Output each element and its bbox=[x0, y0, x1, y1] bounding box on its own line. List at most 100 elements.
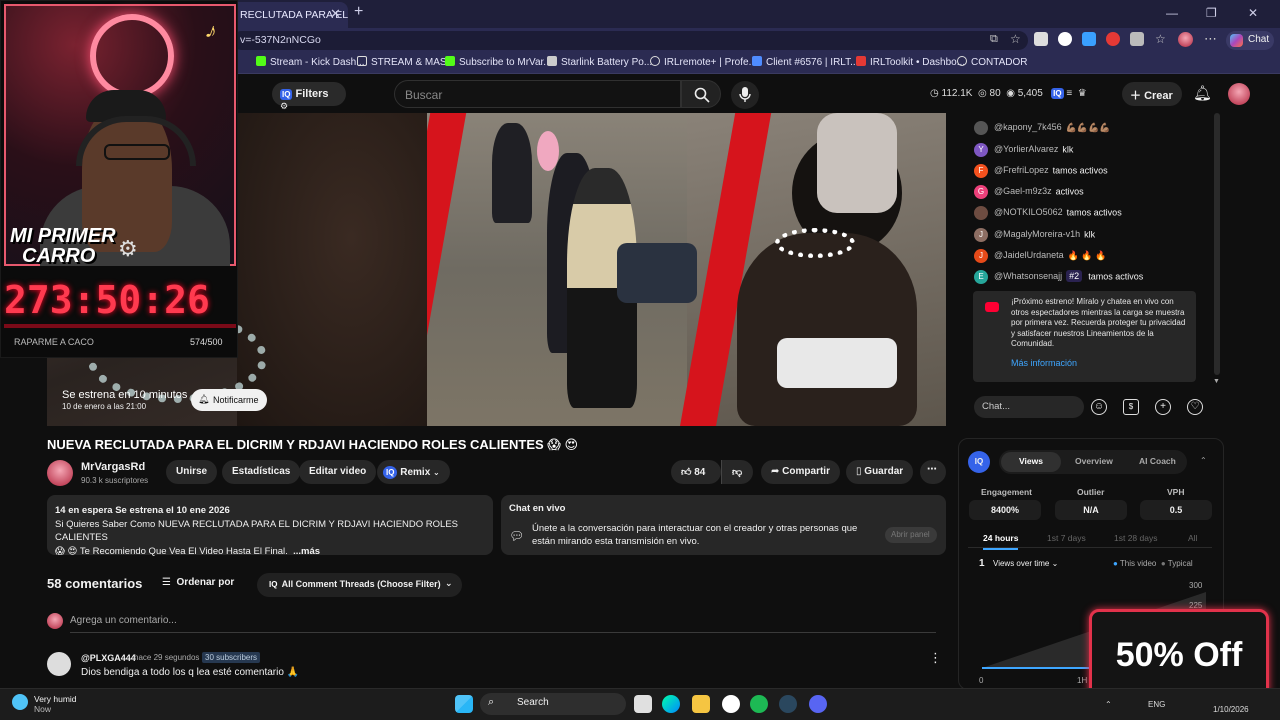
extension-icon[interactable] bbox=[1034, 32, 1048, 46]
chat-scrollbar[interactable] bbox=[1214, 113, 1220, 375]
chat-message[interactable]: F @FrefriLopez tamos activos bbox=[974, 164, 1108, 178]
extension-icon[interactable] bbox=[1082, 32, 1096, 46]
voice-search-button[interactable] bbox=[731, 81, 759, 109]
bookmark-item[interactable]: STREAM & MAS bbox=[357, 56, 447, 68]
copilot-chat-button[interactable]: Chat bbox=[1226, 31, 1274, 50]
range-7-days[interactable]: 1st 7 days bbox=[1047, 533, 1086, 543]
dislike-button[interactable]: 👎︎ bbox=[721, 460, 753, 484]
like-button[interactable]: 👍︎ 84 bbox=[671, 460, 721, 484]
emoji-icon[interactable]: ☺ bbox=[1091, 399, 1107, 415]
add-icon[interactable]: + bbox=[1155, 399, 1171, 415]
tray-chevron-icon[interactable]: ⌃ bbox=[1105, 700, 1112, 709]
chat-author[interactable]: @Gael-m9z3z bbox=[994, 186, 1052, 196]
super-chat-icon[interactable]: $ bbox=[1123, 399, 1139, 415]
description-box[interactable]: 14 en espera Se estrena el 10 ene 2026 S… bbox=[47, 495, 493, 557]
bookmark-item[interactable]: Subscribe to MrVar... bbox=[445, 56, 552, 68]
language-indicator[interactable]: ENG bbox=[1148, 700, 1165, 709]
chat-message[interactable]: J @MagalyMoreira-v1h klk bbox=[974, 228, 1095, 242]
filters-button[interactable]: IQ Filters ⚙ bbox=[272, 82, 346, 111]
task-view-icon[interactable] bbox=[634, 695, 652, 713]
chat-author[interactable]: @JaidelUrdaneta bbox=[994, 250, 1064, 260]
comment-filter-dropdown[interactable]: IQ All Comment Threads (Choose Filter) ⌄ bbox=[257, 573, 462, 597]
join-button[interactable]: Unirse bbox=[166, 460, 218, 484]
chat-message[interactable]: G @Gael-m9z3z activos bbox=[974, 185, 1084, 199]
obs-icon[interactable] bbox=[722, 695, 740, 713]
chat-message[interactable]: @NOTKILO5062 tamos activos bbox=[974, 206, 1122, 220]
account-avatar[interactable] bbox=[1228, 83, 1250, 105]
extensions-puzzle-icon[interactable] bbox=[1130, 32, 1144, 46]
chat-author[interactable]: @YorlierAlvarez bbox=[994, 144, 1058, 154]
profile-avatar[interactable] bbox=[1178, 32, 1193, 47]
chat-input[interactable]: Chat... bbox=[974, 396, 1084, 418]
add-comment-input[interactable]: Agrega un comentario... bbox=[70, 615, 936, 633]
steam-icon[interactable] bbox=[779, 695, 797, 713]
extension-icon[interactable] bbox=[1058, 32, 1072, 46]
chat-author[interactable]: @Whatsonsenajj bbox=[994, 271, 1062, 281]
bell-icon[interactable]: 🔔︎ bbox=[1193, 84, 1212, 102]
collapse-icon[interactable]: ⌃ bbox=[1200, 456, 1207, 465]
spotify-icon[interactable] bbox=[750, 695, 768, 713]
more-actions-button[interactable]: ⋯ bbox=[920, 460, 946, 484]
create-button[interactable]: ＋ Crear bbox=[1122, 82, 1182, 106]
search-button[interactable] bbox=[681, 80, 721, 108]
sort-comments-button[interactable]: ☰ Ordenar por bbox=[162, 577, 234, 588]
start-menu-icon[interactable] bbox=[455, 695, 473, 713]
heart-icon[interactable]: ♡ bbox=[1187, 399, 1203, 415]
file-explorer-icon[interactable] bbox=[692, 695, 710, 713]
chat-author[interactable]: @NOTKILO5062 bbox=[994, 207, 1063, 217]
scroll-down-icon[interactable]: ▼ bbox=[1213, 378, 1220, 385]
more-info-link[interactable]: Más información bbox=[1011, 358, 1188, 369]
notify-me-button[interactable]: 🔔︎ Notificarme bbox=[191, 389, 267, 411]
stats-button[interactable]: Estadísticas bbox=[222, 460, 301, 484]
channel-name[interactable]: MrVargasRd bbox=[81, 461, 145, 473]
channel-avatar[interactable] bbox=[47, 460, 73, 486]
address-bar[interactable]: v=-537N2nNCGo bbox=[232, 31, 1028, 50]
edit-video-button[interactable]: Editar video bbox=[299, 460, 377, 484]
show-more-link[interactable]: ...más bbox=[293, 546, 320, 557]
close-window-icon[interactable]: ✕ bbox=[1248, 6, 1258, 20]
chat-author[interactable]: @MagalyMoreira-v1h bbox=[994, 229, 1080, 239]
bookmark-star-icon[interactable]: ☆ bbox=[1010, 32, 1021, 46]
commenter-avatar[interactable] bbox=[47, 652, 71, 676]
more-menu-icon[interactable]: ⋯ bbox=[1204, 31, 1217, 47]
taskbar-date[interactable]: 1/10/2026 bbox=[1213, 705, 1249, 714]
open-panel-button[interactable]: Abrir panel bbox=[885, 527, 937, 543]
bookmark-item[interactable]: IRLremote+ | Profe... bbox=[650, 56, 757, 68]
chat-message[interactable]: E @Whatsonsenajj #2 tamos activos bbox=[974, 270, 1143, 284]
bookmark-item[interactable]: Starlink Battery Po... bbox=[547, 56, 652, 68]
comment-author[interactable]: @PLXGA444 bbox=[81, 653, 136, 663]
range-28-days[interactable]: 1st 28 days bbox=[1114, 533, 1157, 543]
remix-button[interactable]: IQ Remix ⌄ bbox=[377, 460, 450, 484]
favorites-icon[interactable]: ☆ bbox=[1155, 32, 1166, 46]
chat-message[interactable]: Y @YorlierAlvarez klk bbox=[974, 143, 1073, 157]
weather-widget[interactable]: Very humid Now bbox=[34, 694, 77, 714]
chart-metric-select[interactable]: Views over time ⌄ bbox=[993, 559, 1058, 568]
weather-icon[interactable] bbox=[12, 694, 28, 710]
maximize-icon[interactable]: ❐ bbox=[1206, 6, 1217, 20]
open-in-app-icon[interactable]: ⧉ bbox=[990, 33, 998, 46]
sliders-icon: ⚙ bbox=[280, 101, 289, 111]
comment-menu-icon[interactable]: ⋮ bbox=[929, 650, 942, 666]
search-input[interactable]: Buscar bbox=[394, 80, 681, 108]
chat-message[interactable]: @kapony_7k456 💪🏽💪🏽💪🏽💪🏽 bbox=[974, 121, 1111, 135]
range-all[interactable]: All bbox=[1188, 533, 1197, 543]
new-tab-icon[interactable]: + bbox=[354, 3, 363, 21]
bookmark-item[interactable]: IRLToolkit • Dashbo... bbox=[856, 56, 965, 68]
chat-author[interactable]: @FrefriLopez bbox=[994, 165, 1049, 175]
bookmark-item[interactable]: CONTADOR bbox=[957, 56, 1027, 68]
chat-author[interactable]: @kapony_7k456 bbox=[994, 122, 1062, 132]
tab-overview[interactable]: Overview bbox=[1075, 456, 1113, 466]
minimize-icon[interactable]: — bbox=[1166, 6, 1178, 20]
share-button[interactable]: ➦ Compartir bbox=[761, 460, 840, 484]
discord-icon[interactable] bbox=[809, 695, 827, 713]
bookmark-item[interactable]: Stream - Kick Dash... bbox=[256, 56, 364, 68]
tab-views[interactable]: Views bbox=[1001, 452, 1061, 472]
extension-icon[interactable] bbox=[1106, 32, 1120, 46]
edge-icon[interactable] bbox=[662, 695, 680, 713]
save-button[interactable]: ▯ Guardar bbox=[846, 460, 914, 484]
taskbar-search[interactable]: ⌕ Search bbox=[480, 693, 626, 715]
bookmark-item[interactable]: Client #6576 | IRLT... bbox=[752, 56, 858, 68]
close-tab-icon[interactable]: ✕ bbox=[330, 6, 341, 22]
tab-ai-coach[interactable]: AI Coach bbox=[1139, 456, 1176, 466]
chat-message[interactable]: J @JaidelUrdaneta 🔥 🔥 🔥 bbox=[974, 249, 1106, 263]
